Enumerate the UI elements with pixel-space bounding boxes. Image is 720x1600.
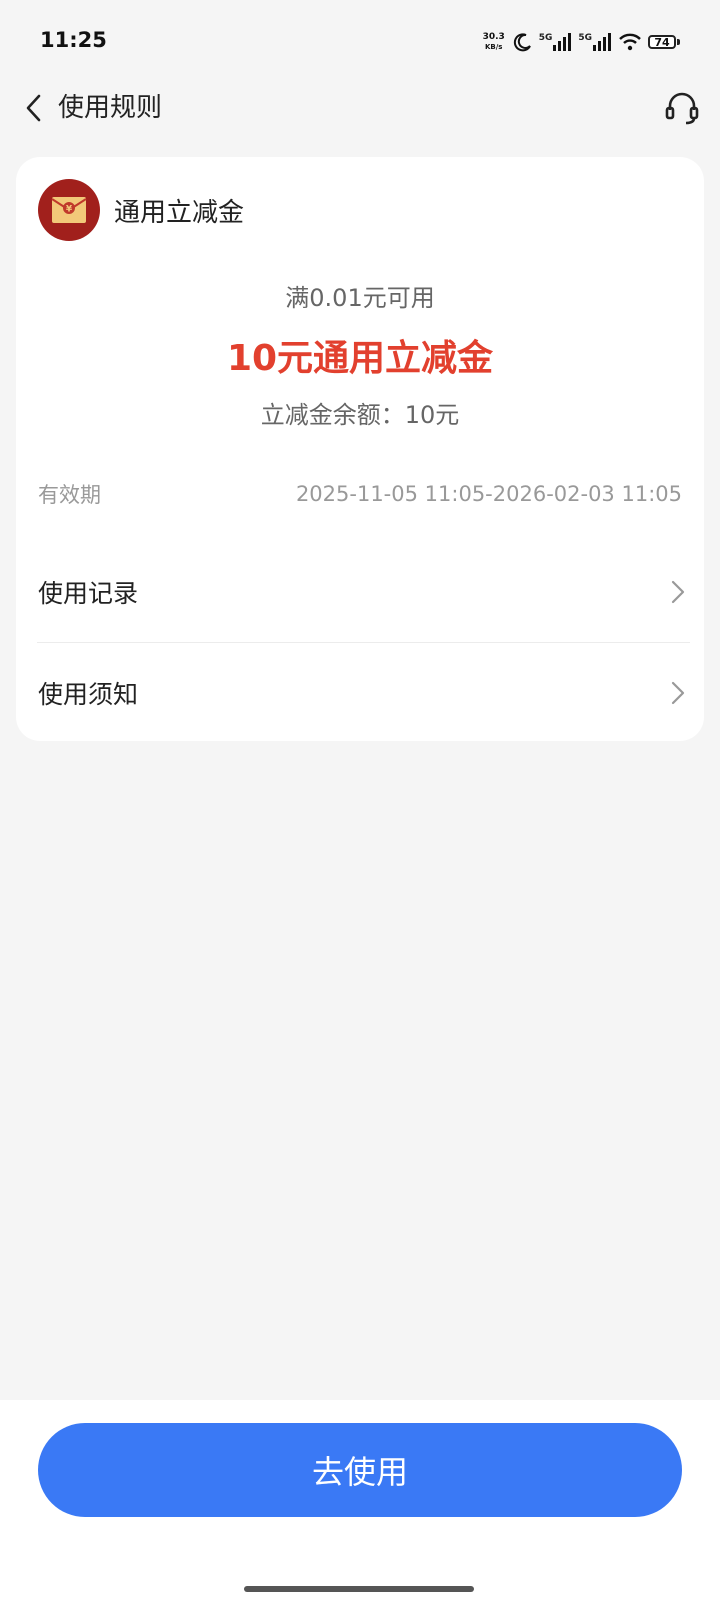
signal-1: 5G	[539, 33, 573, 51]
red-envelope-icon: ¥	[38, 179, 100, 241]
back-button[interactable]	[14, 88, 54, 128]
network-speed-value: 30.3	[482, 32, 505, 42]
coupon-header: ¥ 通用立减金	[38, 179, 244, 241]
chevron-left-icon	[26, 94, 41, 122]
signal-1-label: 5G	[538, 33, 553, 43]
battery-icon: 74	[648, 35, 680, 49]
network-speed: 30.3 KB/s	[481, 32, 507, 52]
header: 使用规则	[0, 80, 720, 148]
bottom-action-bar: 去使用	[0, 1400, 720, 1600]
moon-icon	[513, 33, 531, 52]
usage-condition: 满0.01元可用	[285, 284, 435, 312]
use-now-button[interactable]: 去使用	[38, 1423, 682, 1517]
signal-icon	[593, 33, 611, 51]
coupon-card: ¥ 通用立减金 满0.01元可用 10元通用立减金 立减金余额：10元 有效期 …	[16, 157, 704, 741]
screen: 11:25 30.3 KB/s 5G 5G 74 使用规则 ¥ 通用立减金 满0…	[0, 0, 720, 1600]
home-indicator[interactable]	[244, 1586, 474, 1592]
status-bar: 11:25 30.3 KB/s 5G 5G 74	[0, 0, 720, 80]
validity-row: 有效期 2025-11-05 11:05-2026-02-03 11:05	[38, 477, 682, 511]
coupon-name: 通用立减金	[114, 197, 245, 228]
divider	[37, 642, 690, 643]
usage-notice-label: 使用须知	[38, 680, 139, 709]
battery-level: 74	[648, 35, 676, 49]
status-icons: 30.3 KB/s 5G 5G 74	[481, 26, 680, 58]
status-time: 11:25	[40, 28, 107, 52]
customer-service-button[interactable]	[658, 84, 706, 132]
validity-label: 有效期	[38, 483, 101, 507]
battery-tip	[677, 39, 680, 45]
validity-value: 2025-11-05 11:05-2026-02-03 11:05	[295, 482, 682, 506]
chevron-right-icon	[666, 681, 690, 705]
headset-icon	[665, 92, 699, 125]
envelope-symbol: ¥	[66, 205, 73, 215]
usage-records-row[interactable]: 使用记录	[38, 557, 690, 627]
coupon-amount-title: 10元通用立减金	[226, 338, 494, 379]
wifi-icon	[619, 33, 641, 51]
network-speed-unit: KB/s	[484, 43, 503, 51]
signal-2: 5G	[578, 33, 612, 51]
page-title: 使用规则	[58, 93, 163, 123]
coupon-balance: 立减金余额：10元	[260, 401, 460, 429]
chevron-right-icon	[666, 580, 690, 604]
signal-icon	[553, 33, 572, 51]
usage-notice-row[interactable]: 使用须知	[38, 658, 690, 728]
usage-records-label: 使用记录	[38, 579, 139, 608]
signal-2-label: 5G	[578, 33, 592, 43]
envelope-graphic: ¥	[51, 197, 87, 223]
